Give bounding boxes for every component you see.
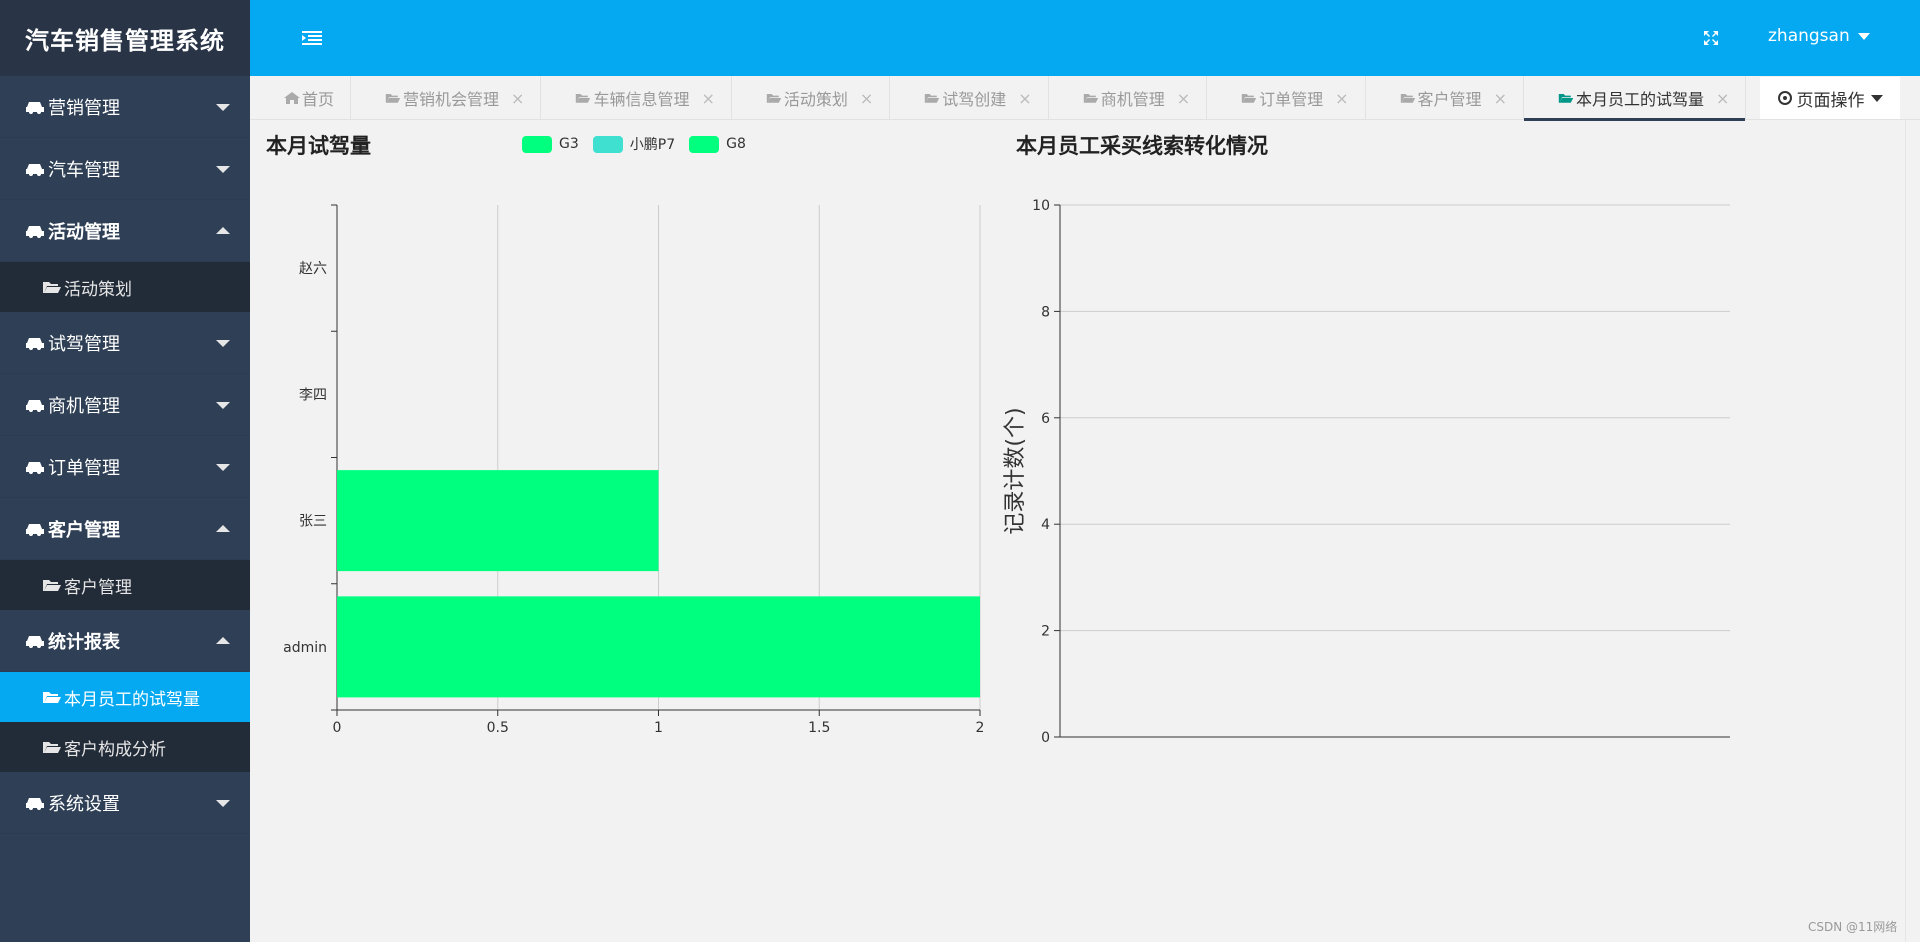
- x-tick-label: 2: [976, 720, 985, 736]
- x-tick-label: 0.5: [487, 720, 509, 736]
- y-tick-label: 4: [1041, 517, 1050, 533]
- y-axis-label: 记录计数(个): [1003, 407, 1028, 534]
- x-tick-label: 0: [333, 720, 342, 736]
- y-tick-label: 张三: [299, 514, 327, 530]
- y-tick-label: 李四: [299, 387, 327, 403]
- y-tick-label: 0: [1041, 730, 1050, 746]
- scrollbar[interactable]: [1905, 120, 1920, 942]
- test-drive-bar-chart: 0 0.5 1 1.5 2 admin 张三 李四 赵六: [283, 204, 985, 736]
- bar: [337, 470, 659, 572]
- y-tick-label: 2: [1041, 624, 1050, 640]
- watermark: CSDN @11网络: [1808, 920, 1898, 934]
- y-tick-label: admin: [283, 640, 327, 656]
- x-tick-label: 1.5: [808, 720, 830, 736]
- y-tick-label: 6: [1041, 411, 1050, 427]
- y-tick-label: 10: [1032, 198, 1050, 214]
- bar: [337, 596, 980, 698]
- x-tick-label: 1: [654, 720, 663, 736]
- y-tick-label: 赵六: [299, 261, 327, 277]
- page-operations-button[interactable]: 页面操作: [1760, 77, 1900, 119]
- caret-down-icon: [1870, 94, 1883, 102]
- target-icon: [1777, 91, 1792, 105]
- lead-conversion-chart: 0 2 4 6 8 10 记录计数(个): [1003, 198, 1730, 746]
- page-operations-label: 页面操作: [1796, 90, 1865, 111]
- caret-down-icon: [1857, 32, 1870, 40]
- username: zhangsan: [1768, 26, 1850, 46]
- user-menu[interactable]: zhangsan: [1768, 26, 1870, 46]
- y-tick-label: 8: [1041, 304, 1050, 320]
